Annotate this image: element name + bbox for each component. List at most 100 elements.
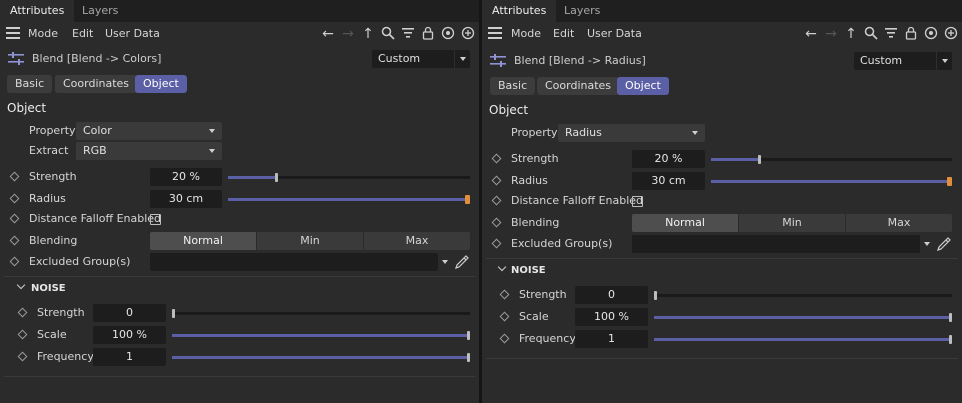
tab-coordinates[interactable]: Coordinates [537, 77, 620, 95]
blending-normal-button[interactable]: Normal [632, 214, 739, 232]
chevron-down-icon[interactable] [16, 280, 26, 290]
noise-group-title[interactable]: NOISE [511, 265, 546, 276]
noise-frequency-slider-knob[interactable] [949, 335, 952, 344]
menu-mode[interactable]: Mode [28, 22, 58, 46]
chevron-down-icon[interactable] [454, 50, 470, 68]
forward-arrow-icon[interactable]: → [340, 25, 356, 43]
keyframe-diamond-icon[interactable] [491, 175, 502, 186]
menu-icon[interactable] [6, 27, 20, 39]
chevron-down-icon[interactable] [442, 260, 448, 264]
tab-object[interactable]: Object [135, 75, 187, 93]
menu-mode[interactable]: Mode [511, 22, 541, 46]
noise-strength-slider-knob[interactable] [172, 309, 175, 318]
tab-coordinates[interactable]: Coordinates [55, 75, 138, 93]
noise-group-title[interactable]: NOISE [31, 283, 66, 294]
noise-frequency-field[interactable]: 1 [575, 330, 648, 348]
chevron-down-icon[interactable] [924, 242, 930, 246]
keyframe-diamond-icon[interactable] [9, 235, 20, 246]
property-dropdown[interactable]: Color [76, 122, 222, 140]
menu-icon[interactable] [488, 27, 502, 39]
strength-field[interactable]: 20 % [150, 168, 222, 186]
radius-slider-knob[interactable] [947, 177, 952, 186]
noise-strength-slider-knob[interactable] [654, 291, 657, 300]
keyframe-diamond-icon[interactable] [499, 289, 510, 300]
radius-field[interactable]: 30 cm [632, 172, 705, 190]
radius-slider-knob[interactable] [465, 195, 470, 204]
excluded-link-field[interactable] [632, 235, 920, 253]
noise-strength-field[interactable]: 0 [93, 304, 166, 322]
eyedropper-icon[interactable] [454, 254, 470, 270]
noise-scale-slider-knob[interactable] [949, 313, 952, 322]
target-icon[interactable] [440, 25, 456, 43]
eyedropper-icon[interactable] [936, 236, 952, 252]
keyframe-diamond-icon[interactable] [17, 307, 28, 318]
add-icon[interactable] [460, 25, 476, 43]
noise-frequency-slider-knob[interactable] [467, 353, 470, 362]
search-icon[interactable] [863, 25, 879, 43]
keyframe-diamond-icon[interactable] [499, 311, 510, 322]
strength-slider[interactable] [711, 155, 952, 164]
keyframe-diamond-icon[interactable] [9, 213, 20, 224]
keyframe-diamond-icon[interactable] [491, 238, 502, 249]
noise-strength-slider[interactable] [654, 291, 952, 300]
noise-scale-slider[interactable] [654, 313, 952, 322]
keyframe-diamond-icon[interactable] [17, 329, 28, 340]
noise-frequency-slider[interactable] [172, 353, 470, 362]
keyframe-diamond-icon[interactable] [491, 153, 502, 164]
property-dropdown[interactable]: Radius [558, 124, 705, 142]
keyframe-diamond-icon[interactable] [9, 193, 20, 204]
blending-max-button[interactable]: Max [846, 214, 952, 232]
menu-edit[interactable]: Edit [553, 22, 574, 46]
menu-edit[interactable]: Edit [72, 22, 93, 46]
forward-arrow-icon[interactable]: → [823, 25, 839, 43]
noise-strength-field[interactable]: 0 [575, 286, 648, 304]
noise-scale-field[interactable]: 100 % [93, 326, 166, 344]
tab-basic[interactable]: Basic [7, 75, 53, 93]
chevron-down-icon[interactable] [936, 52, 952, 70]
preset-dropdown[interactable]: Custom [854, 52, 952, 70]
extract-dropdown[interactable]: RGB [76, 142, 222, 160]
blending-min-button[interactable]: Min [739, 214, 846, 232]
tab-layers[interactable]: Layers [72, 0, 128, 22]
keyframe-diamond-icon[interactable] [17, 351, 28, 362]
radius-slider[interactable] [711, 177, 952, 186]
filter-icon[interactable] [400, 25, 416, 43]
strength-slider-knob[interactable] [757, 155, 761, 164]
tab-attributes[interactable]: Attributes [0, 0, 75, 22]
target-icon[interactable] [923, 25, 939, 43]
keyframe-diamond-icon[interactable] [491, 217, 502, 228]
back-arrow-icon[interactable]: ← [320, 25, 336, 43]
excluded-link-field[interactable] [150, 253, 438, 271]
noise-frequency-slider[interactable] [654, 335, 952, 344]
noise-scale-field[interactable]: 100 % [575, 308, 648, 326]
strength-slider[interactable] [228, 173, 470, 182]
blending-min-button[interactable]: Min [257, 232, 364, 250]
up-arrow-icon[interactable]: ↑ [843, 25, 859, 43]
distance-falloff-checkbox[interactable] [150, 214, 161, 225]
radius-slider[interactable] [228, 195, 470, 204]
strength-field[interactable]: 20 % [632, 150, 705, 168]
keyframe-diamond-icon[interactable] [9, 256, 20, 267]
preset-dropdown[interactable]: Custom [372, 50, 470, 68]
noise-scale-slider-knob[interactable] [467, 331, 470, 340]
keyframe-diamond-icon[interactable] [499, 333, 510, 344]
radius-field[interactable]: 30 cm [150, 190, 222, 208]
tab-attributes[interactable]: Attributes [482, 0, 557, 22]
tab-layers[interactable]: Layers [554, 0, 610, 22]
noise-frequency-field[interactable]: 1 [93, 348, 166, 366]
search-icon[interactable] [380, 25, 396, 43]
menu-user-data[interactable]: User Data [105, 22, 160, 46]
up-arrow-icon[interactable]: ↑ [360, 25, 376, 43]
lock-icon[interactable] [903, 25, 919, 43]
blending-max-button[interactable]: Max [364, 232, 470, 250]
tab-basic[interactable]: Basic [490, 77, 536, 95]
distance-falloff-checkbox[interactable] [632, 196, 643, 207]
noise-strength-slider[interactable] [172, 309, 470, 318]
tab-object[interactable]: Object [617, 77, 669, 95]
menu-user-data[interactable]: User Data [587, 22, 642, 46]
back-arrow-icon[interactable]: ← [803, 25, 819, 43]
noise-scale-slider[interactable] [172, 331, 470, 340]
filter-icon[interactable] [883, 25, 899, 43]
keyframe-diamond-icon[interactable] [491, 195, 502, 206]
lock-icon[interactable] [420, 25, 436, 43]
